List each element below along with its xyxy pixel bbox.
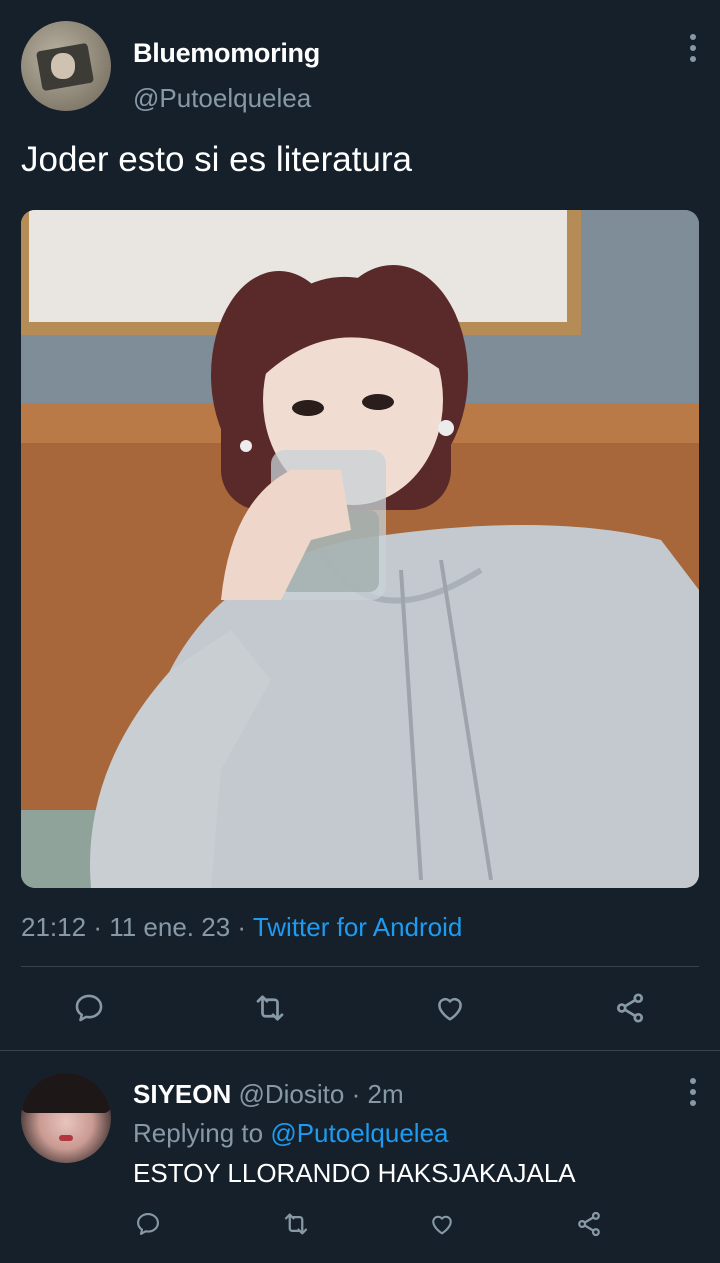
like-icon[interactable] (422, 1204, 462, 1244)
reply-avatar-hair (21, 1073, 111, 1113)
tweet-image[interactable] (21, 210, 699, 888)
reply-icon[interactable] (128, 1204, 168, 1244)
avatar-photo-face (51, 53, 75, 79)
replying-to-prefix: Replying to (133, 1118, 264, 1148)
tweet-source-link[interactable]: Twitter for Android (253, 912, 463, 942)
author-name[interactable]: Bluemomoring (133, 38, 320, 69)
tweet-actions (0, 978, 720, 1038)
main-tweet: Bluemomoring @Putoelquelea Joder esto si… (0, 0, 720, 1050)
reply-age: 2m (367, 1079, 404, 1109)
reply-author-avatar[interactable] (21, 1073, 111, 1163)
actions-divider (21, 966, 699, 967)
tweet-meta: 21:12 · 11 ene. 23 · Twitter for Android (21, 912, 462, 943)
reply-tweet[interactable]: SIYEON @Diosito · 2m Replying to @Putoel… (0, 1051, 720, 1263)
more-options-icon[interactable] (683, 34, 703, 62)
tweet-text: Joder esto si es literatura (21, 140, 413, 179)
tweet-date: 11 ene. 23 (109, 912, 231, 942)
share-icon[interactable] (569, 1204, 609, 1244)
author-handle[interactable]: @Putoelquelea (133, 83, 311, 114)
reply-text: ESTOY LLORANDO HAKSJAKAJALA (133, 1158, 576, 1188)
tweet-image-illustration (21, 210, 699, 888)
reply-icon[interactable] (69, 988, 109, 1028)
like-icon[interactable] (430, 988, 470, 1028)
reply-header: SIYEON @Diosito · 2m (133, 1079, 404, 1110)
meta-dot: · (237, 912, 253, 942)
reply-avatar-lips (59, 1135, 73, 1141)
reply-more-options-icon[interactable] (683, 1078, 703, 1106)
replying-to-handle[interactable]: @Putoelquelea (270, 1118, 448, 1148)
meta-dot: · (93, 912, 110, 942)
reply-author-handle[interactable]: @Diosito (238, 1079, 344, 1109)
meta-dot: · (351, 1079, 368, 1109)
author-avatar[interactable] (21, 21, 111, 111)
tweet-time: 21:12 (21, 912, 87, 942)
reply-actions (0, 1194, 720, 1254)
replying-to: Replying to @Putoelquelea (133, 1118, 449, 1149)
reply-author-name[interactable]: SIYEON (133, 1079, 231, 1109)
retweet-icon[interactable] (276, 1204, 316, 1244)
retweet-icon[interactable] (250, 988, 290, 1028)
share-icon[interactable] (610, 988, 650, 1028)
